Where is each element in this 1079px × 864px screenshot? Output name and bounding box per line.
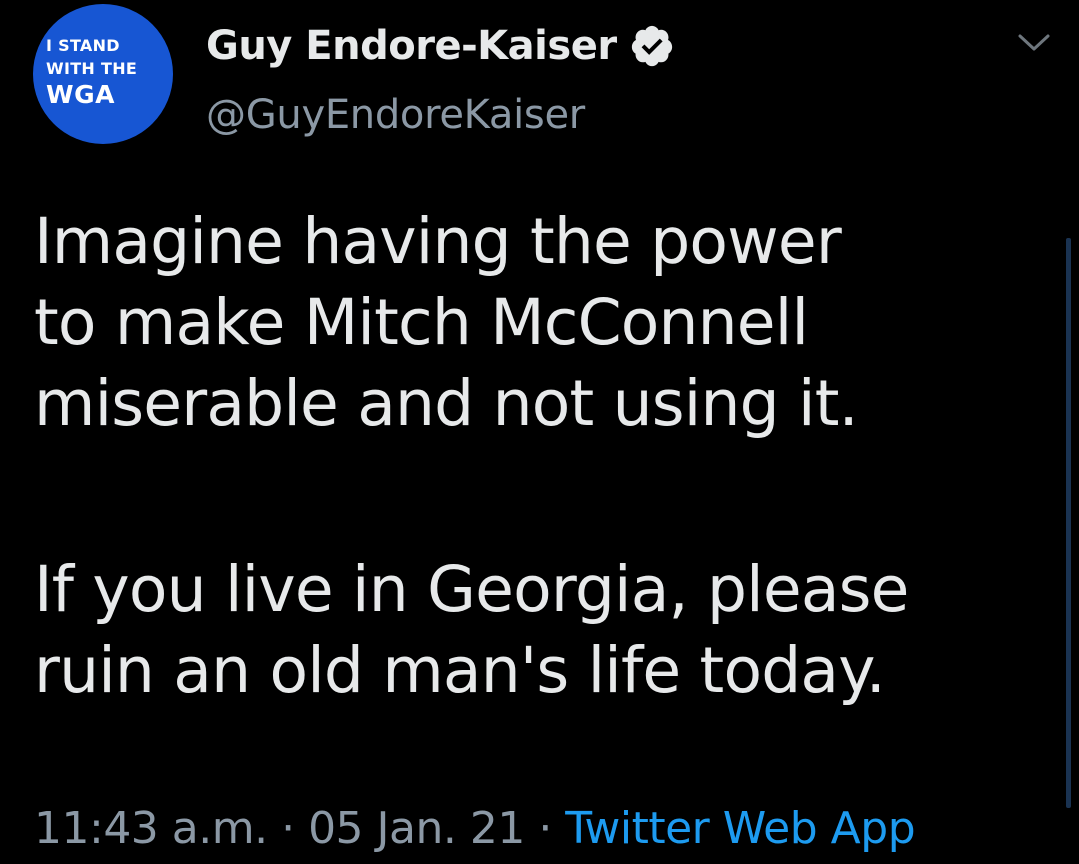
scrollbar[interactable] [1066, 238, 1071, 808]
author-handle[interactable]: @GuyEndoreKaiser [206, 92, 585, 138]
tweet-line: If you live in Georgia, please [34, 553, 909, 626]
tweet-source-link[interactable]: Twitter Web App [565, 803, 915, 854]
author-name-row: Guy Endore-Kaiser [206, 16, 675, 76]
tweet-meta: 11:43 a.m. · 05 Jan. 21 · Twitter Web Ap… [34, 800, 916, 858]
avatar[interactable]: I STAND WITH THE WGA [33, 4, 173, 144]
tweet-line: to make Mitch McConnell [34, 286, 809, 359]
meta-separator: · [524, 803, 566, 854]
verified-badge-icon [629, 23, 675, 69]
avatar-text-line-3: WGA [46, 80, 115, 109]
tweet-line: Imagine having the power [34, 205, 842, 278]
tweet-date[interactable]: 05 Jan. 21 [308, 803, 525, 854]
tweet-text: Imagine having the power to make Mitch M… [34, 201, 1054, 711]
tweet-line: ruin an old man's life today. [34, 634, 886, 707]
meta-separator: · [267, 803, 309, 854]
avatar-text-line-2: WITH THE [46, 59, 138, 78]
chevron-down-icon[interactable] [1014, 30, 1054, 56]
display-name[interactable]: Guy Endore-Kaiser [206, 23, 617, 69]
avatar-text-line-1: I STAND [46, 36, 120, 55]
tweet-time[interactable]: 11:43 a.m. [34, 803, 268, 854]
tweet-line: miserable and not using it. [34, 367, 859, 440]
